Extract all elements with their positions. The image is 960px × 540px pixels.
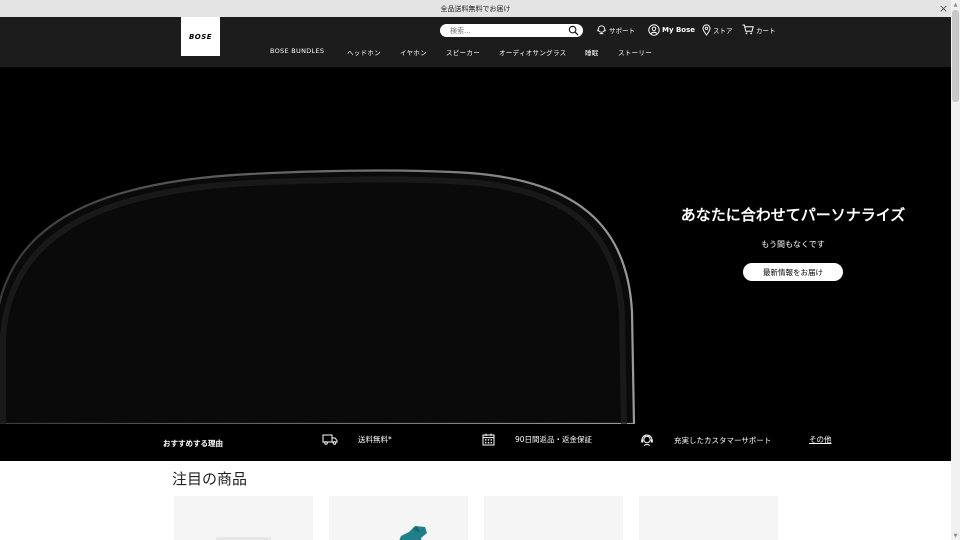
featured-title: 注目の商品 — [172, 470, 248, 488]
search-icon[interactable] — [568, 25, 579, 36]
store-link[interactable]: ストア — [702, 24, 733, 36]
reason-label: 充実したカスタマーサポート — [674, 435, 772, 445]
truck-icon — [322, 434, 338, 445]
support-icon — [597, 25, 606, 35]
support-link[interactable]: サポート — [596, 24, 635, 35]
page-scrollbar[interactable]: ▲ ▼ — [951, 0, 960, 540]
site-header: BOSE サポート My Bose ストア — [0, 17, 951, 67]
scroll-up-icon[interactable]: ▲ — [951, 0, 960, 9]
account-icon — [648, 24, 660, 36]
headset-icon — [641, 434, 653, 446]
close-icon[interactable]: × — [937, 2, 950, 15]
nav-item-bose-bundles[interactable]: BOSE BUNDLES — [270, 47, 324, 55]
nav-item-speakers[interactable]: スピーカー — [446, 47, 480, 57]
hero-cta-button[interactable]: 最新情報をお届け — [743, 263, 843, 281]
store-label: ストア — [713, 27, 733, 35]
product-card[interactable] — [329, 496, 468, 540]
headphone-silhouette-image — [0, 169, 636, 424]
reasons-title: おすすめする理由 — [163, 439, 223, 448]
mybose-link[interactable]: My Bose — [648, 24, 695, 36]
main-nav: BOSE BUNDLES ヘッドホン イヤホン スピーカー オーディオサングラス… — [0, 47, 951, 59]
search-box — [440, 24, 583, 37]
reason-free-shipping: 送料無料* — [322, 433, 392, 445]
nav-item-sleep[interactable]: 睡眠 — [585, 47, 599, 57]
nav-item-headphones[interactable]: ヘッドホン — [347, 47, 381, 57]
cart-icon — [742, 24, 754, 35]
nav-item-stories[interactable]: ストーリー — [618, 47, 652, 57]
cart-label: カート — [756, 26, 776, 35]
hero-banner: あなたに合わせてパーソナライズ もう間もなくです 最新情報をお届け — [0, 67, 951, 424]
promo-text: 全品送料無料でお届け — [440, 4, 511, 13]
reasons-more-link[interactable]: その他 — [809, 434, 832, 445]
hero-subtitle: もう間もなくです — [761, 240, 825, 249]
mybose-label: My Bose — [662, 26, 696, 34]
hero-title: あなたに合わせてパーソナライズ — [680, 206, 906, 224]
product-card[interactable] — [484, 496, 623, 540]
scrollbar-thumb[interactable] — [952, 10, 959, 102]
scroll-down-icon[interactable]: ▼ — [951, 531, 960, 540]
product-card[interactable] — [639, 496, 778, 540]
reason-return-guarantee: 90日間返品・返金保証 — [482, 433, 592, 446]
location-pin-icon — [702, 24, 711, 36]
cart-link[interactable]: カート — [742, 24, 776, 35]
reasons-bar: おすすめする理由 送料無料* 90日間返品・返金保証 充実したカスタマーサポート… — [0, 424, 951, 461]
nav-item-audio-sunglasses[interactable]: オーディオサングラス — [499, 47, 566, 57]
reason-label: 送料無料* — [358, 434, 392, 444]
reason-label: 90日間返品・返金保証 — [515, 435, 593, 444]
promo-bar: 全品送料無料でお届け × — [0, 0, 951, 17]
reason-customer-support: 充実したカスタマーサポート — [640, 433, 771, 447]
product-image — [216, 537, 271, 540]
product-card[interactable] — [174, 496, 313, 540]
search-input[interactable] — [450, 26, 560, 35]
support-label: サポート — [609, 26, 635, 35]
calendar-icon — [482, 433, 495, 446]
nav-item-earbuds[interactable]: イヤホン — [400, 47, 427, 57]
logo-text: BOSE — [188, 32, 213, 41]
product-image — [399, 526, 427, 540]
